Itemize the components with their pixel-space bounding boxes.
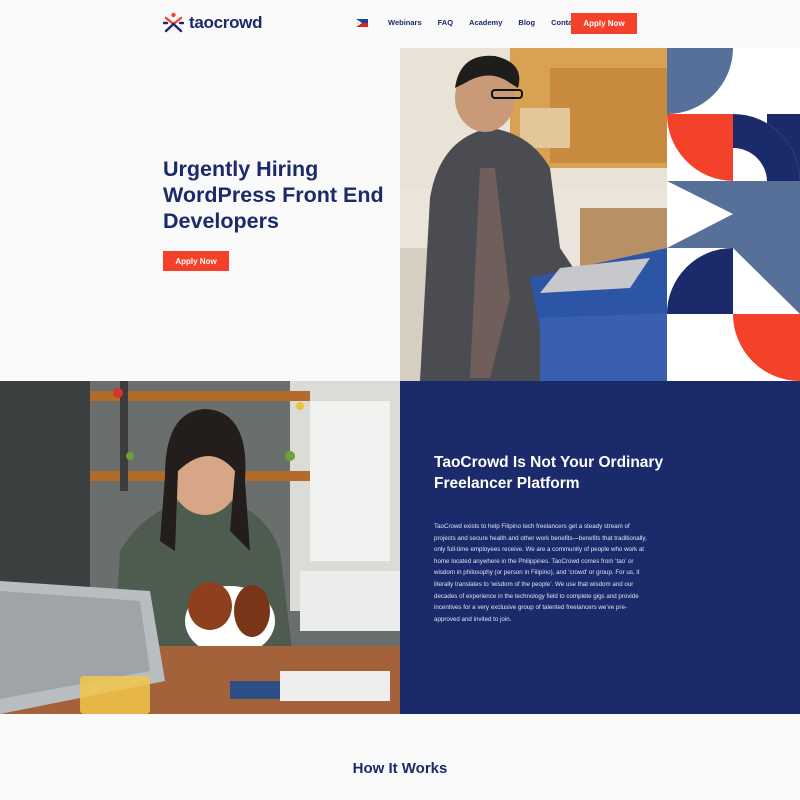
logo-text: taocrowd bbox=[189, 12, 263, 32]
geometric-pattern bbox=[667, 48, 800, 381]
nav-webinars[interactable]: Webinars bbox=[388, 18, 422, 27]
hero-apply-button[interactable]: Apply Now bbox=[163, 251, 229, 271]
about-body: TaoCrowd exists to help Filipino tech fr… bbox=[434, 523, 647, 623]
nav-faq[interactable]: FAQ bbox=[438, 18, 453, 27]
taocrowd-logo-icon bbox=[163, 12, 184, 33]
header-apply-button[interactable]: Apply Now bbox=[571, 13, 637, 34]
photo-woman-with-dog bbox=[0, 381, 400, 714]
hero-title: Urgently Hiring WordPress Front End Deve… bbox=[163, 157, 384, 233]
nav-academy[interactable]: Academy bbox=[469, 18, 502, 27]
logo[interactable]: taocrowd bbox=[163, 12, 262, 33]
philippines-flag-icon[interactable] bbox=[356, 19, 368, 27]
about-title: TaoCrowd Is Not Your Ordinary Freelancer… bbox=[434, 454, 664, 492]
site-header: taocrowd Webinars FAQ Academy Blog Conta… bbox=[0, 0, 800, 46]
hero-photo-man-laptop bbox=[400, 48, 667, 381]
main-nav: Webinars FAQ Academy Blog Contact bbox=[388, 18, 579, 27]
nav-blog[interactable]: Blog bbox=[518, 18, 535, 27]
about-panel: TaoCrowd Is Not Your Ordinary Freelancer… bbox=[400, 381, 800, 714]
how-it-works-heading: How It Works bbox=[352, 760, 448, 777]
